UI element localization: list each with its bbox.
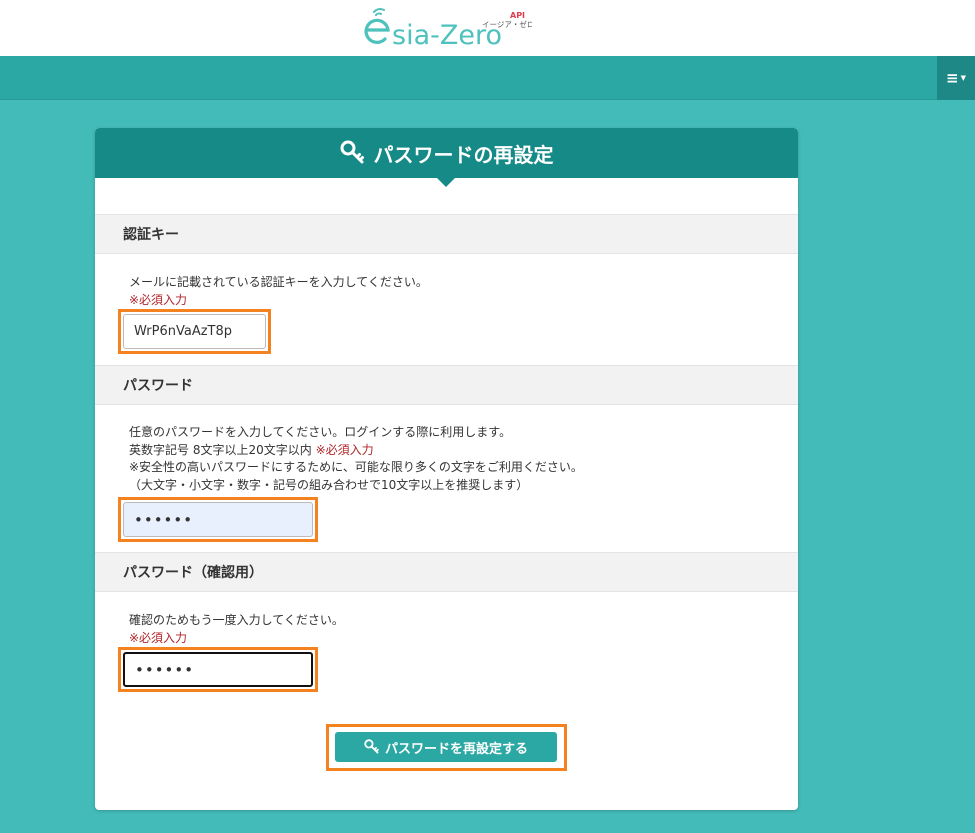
password-recommendation: （大文字・小文字・数字・記号の組み合わせで10文字以上を推奨します） [129, 477, 529, 492]
key-icon [340, 140, 364, 164]
password-confirm-required-note: ※必須入力 [129, 630, 188, 645]
password-rule-line: 英数字記号 8文字以上20文字以内 ※必須入力 [129, 442, 583, 460]
navbar: ≡ ▼ [0, 56, 975, 100]
section-heading-password: パスワード [95, 365, 798, 405]
password-reset-card: パスワードの再設定 認証キー メールに記載されている認証キーを入力してください。… [95, 128, 798, 810]
auth-key-description: メールに記載されている認証キーを入力してください。 ※必須入力 [129, 274, 428, 309]
auth-key-required-note: ※必須入力 [129, 292, 188, 307]
auth-key-input[interactable]: WrP6nVaAzT8p [123, 314, 266, 349]
menu-toggle-button[interactable]: ≡ ▼ [937, 56, 975, 100]
password-security-note: ※安全性の高いパスワードにするために、可能な限り多くの文字をご利用ください。 [129, 460, 583, 474]
header-pointer [437, 178, 455, 187]
hamburger-icon: ≡ [946, 69, 959, 87]
auth-key-instruction: メールに記載されている認証キーを入力してください。 [129, 275, 428, 289]
section-heading-auth-key: 認証キー [95, 214, 798, 254]
password-confirm-description: 確認のためもう一度入力してください。 ※必須入力 [129, 612, 344, 647]
password-required-note: ※必須入力 [315, 442, 374, 457]
esia-zero-logo[interactable]: sia-Zero API イージア・ゼロ [362, 6, 532, 50]
caret-down-icon: ▼ [960, 74, 966, 82]
password-description: 任意のパスワードを入力してください。ログインする際に利用します。 英数字記号 8… [129, 424, 583, 494]
password-rule: 英数字記号 8文字以上20文字以内 [129, 442, 312, 457]
logo-kana-label: イージア・ゼロ [482, 19, 532, 29]
password-instruction: 任意のパスワードを入力してください。ログインする際に利用します。 [129, 425, 512, 439]
key-icon [364, 739, 379, 754]
reset-password-button[interactable]: パスワードを再設定する [335, 732, 557, 762]
card-title: パスワードの再設定 [373, 142, 554, 167]
password-input[interactable]: •••••• [123, 502, 313, 537]
logo-api-label: API [510, 11, 525, 20]
password-confirm-instruction: 確認のためもう一度入力してください。 [129, 613, 344, 627]
top-bar: sia-Zero API イージア・ゼロ [0, 0, 975, 56]
section-heading-password-confirm: パスワード（確認用） [95, 552, 798, 592]
password-confirm-input[interactable]: •••••• [123, 652, 313, 687]
reset-password-button-label: パスワードを再設定する [384, 741, 528, 757]
card-header: パスワードの再設定 [95, 128, 798, 187]
